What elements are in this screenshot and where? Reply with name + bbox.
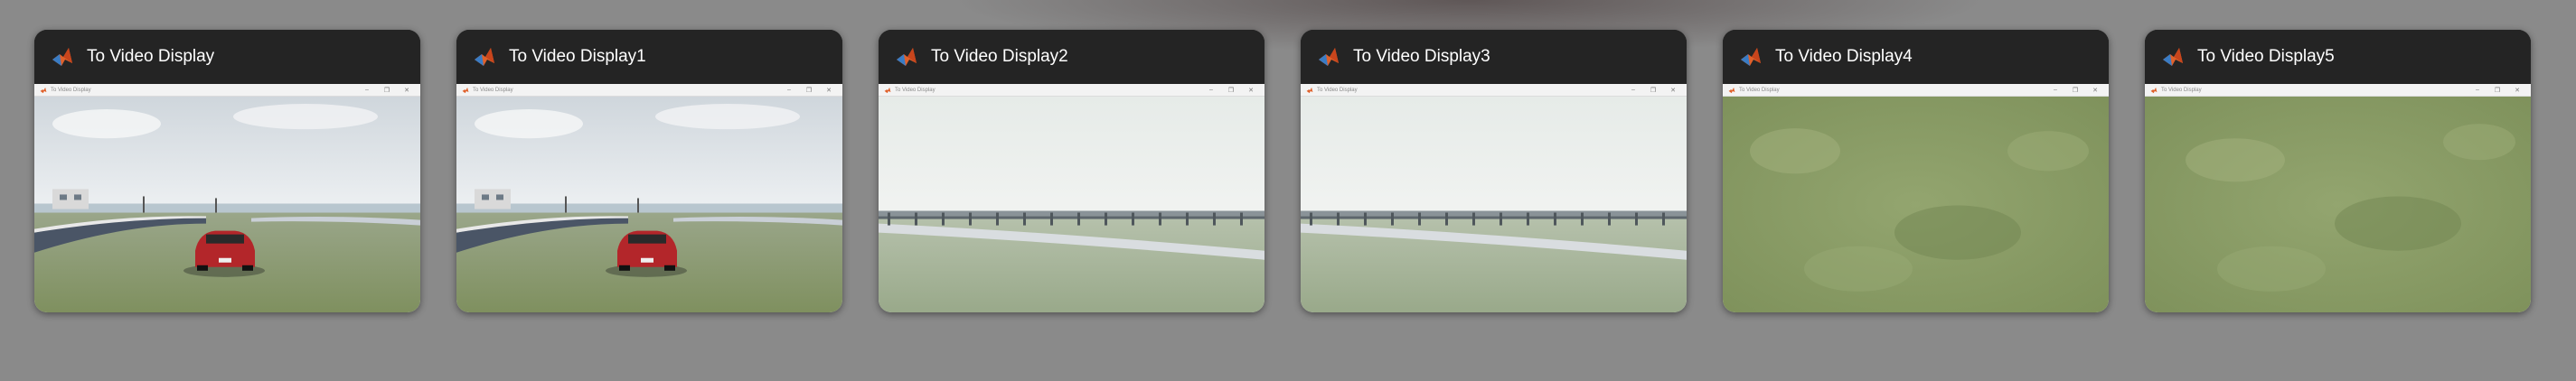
close-icon: ✕ — [1670, 87, 1676, 94]
video-frame-car-road — [34, 97, 420, 312]
window-title: To Video Display — [87, 47, 215, 66]
matlab-icon — [1728, 87, 1735, 93]
window-preview: To Video Display – ❐ ✕ — [456, 84, 842, 312]
matlab-icon — [462, 87, 469, 93]
matlab-icon — [40, 87, 47, 93]
window-preview: To Video Display – ❐ ✕ — [2145, 84, 2531, 312]
window-title: To Video Display4 — [1775, 47, 1913, 66]
window-header: To Video Display2 — [879, 30, 1264, 84]
video-frame-grass — [2145, 97, 2531, 312]
window-preview: To Video Display – ❐ ✕ — [34, 84, 420, 312]
window-header: To Video Display5 — [2145, 30, 2531, 84]
matlab-icon — [897, 48, 917, 66]
mini-window-title: To Video Display — [895, 87, 935, 93]
window-header: To Video Display3 — [1301, 30, 1687, 84]
close-icon: ✕ — [826, 87, 832, 94]
mini-window-title: To Video Display — [51, 87, 91, 93]
video-frame-car-road — [456, 97, 842, 312]
window-thumbnail-to-video-display4[interactable]: To Video Display4 To Video Display – ❐ ✕ — [1723, 30, 2109, 312]
window-switcher: To Video Display To Video Display – ❐ ✕ — [34, 30, 2531, 312]
matlab-icon — [1741, 48, 1761, 66]
window-thumbnail-to-video-display2[interactable]: To Video Display2 To Video Display – ❐ ✕ — [879, 30, 1264, 312]
mini-titlebar: To Video Display – ❐ ✕ — [1723, 84, 2109, 97]
mini-titlebar: To Video Display – ❐ ✕ — [2145, 84, 2531, 97]
matlab-icon — [1306, 87, 1313, 93]
mini-window-title: To Video Display — [1317, 87, 1358, 93]
maximize-icon: ❐ — [2494, 87, 2501, 94]
video-frame-guardrail — [879, 97, 1264, 312]
video-frame-grass — [1723, 97, 2109, 312]
window-title: To Video Display5 — [2197, 47, 2335, 66]
maximize-icon: ❐ — [1650, 87, 1657, 94]
window-thumbnail-to-video-display5[interactable]: To Video Display5 To Video Display – ❐ ✕ — [2145, 30, 2531, 312]
window-preview: To Video Display – ❐ ✕ — [879, 84, 1264, 312]
close-icon: ✕ — [1248, 87, 1254, 94]
window-preview: To Video Display – ❐ ✕ — [1723, 84, 2109, 312]
close-icon: ✕ — [2515, 87, 2520, 94]
matlab-icon — [884, 87, 891, 93]
window-preview: To Video Display – ❐ ✕ — [1301, 84, 1687, 312]
window-title: To Video Display1 — [509, 47, 646, 66]
maximize-icon: ❐ — [2072, 87, 2079, 94]
mini-titlebar: To Video Display – ❐ ✕ — [34, 84, 420, 97]
minimize-icon: – — [787, 87, 791, 93]
minimize-icon: – — [1631, 87, 1635, 93]
maximize-icon: ❐ — [805, 87, 813, 94]
close-icon: ✕ — [404, 87, 409, 94]
maximize-icon: ❐ — [1227, 87, 1235, 94]
matlab-icon — [1319, 48, 1339, 66]
matlab-icon — [2150, 87, 2158, 93]
window-header: To Video Display — [34, 30, 420, 84]
window-thumbnail-to-video-display3[interactable]: To Video Display3 To Video Display – ❐ ✕ — [1301, 30, 1687, 312]
mini-titlebar: To Video Display – ❐ ✕ — [456, 84, 842, 97]
window-thumbnail-to-video-display[interactable]: To Video Display To Video Display – ❐ ✕ — [34, 30, 420, 312]
window-thumbnail-to-video-display1[interactable]: To Video Display1 To Video Display – ❐ ✕ — [456, 30, 842, 312]
matlab-icon — [2163, 48, 2183, 66]
video-frame-guardrail — [1301, 97, 1687, 312]
matlab-icon — [475, 48, 494, 66]
mini-window-title: To Video Display — [2161, 87, 2202, 93]
minimize-icon: – — [2476, 87, 2479, 93]
minimize-icon: – — [2054, 87, 2057, 93]
window-title: To Video Display2 — [931, 47, 1068, 66]
maximize-icon: ❐ — [383, 87, 390, 94]
mini-window-title: To Video Display — [1739, 87, 1780, 93]
mini-titlebar: To Video Display – ❐ ✕ — [1301, 84, 1687, 97]
minimize-icon: – — [1209, 87, 1213, 93]
window-header: To Video Display4 — [1723, 30, 2109, 84]
minimize-icon: – — [365, 87, 369, 93]
matlab-icon — [52, 48, 72, 66]
mini-window-title: To Video Display — [473, 87, 513, 93]
window-header: To Video Display1 — [456, 30, 842, 84]
window-title: To Video Display3 — [1353, 47, 1490, 66]
close-icon: ✕ — [2092, 87, 2098, 94]
mini-titlebar: To Video Display – ❐ ✕ — [879, 84, 1264, 97]
